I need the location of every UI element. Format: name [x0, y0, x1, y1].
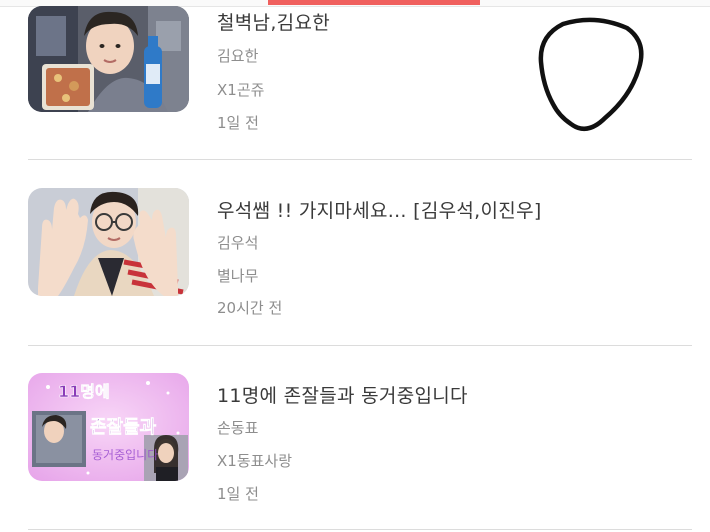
post-item[interactable]: 11명에 존잘들과 동거중입니다 11명에 존잘들과 동거중입니다 손동표 X1… [0, 345, 710, 532]
post-thumbnail[interactable]: 11명에 존잘들과 동거중입니다 [28, 373, 189, 481]
post-thumbnail[interactable] [28, 6, 189, 112]
post-thumbnail[interactable] [28, 188, 189, 296]
divider [28, 529, 692, 530]
post-category: X1곤쥬 [217, 81, 265, 99]
post-item[interactable]: 우석쌤 !! 가지마세요... [김우석,이진우] 김우석 별나무 20시간 전 [0, 160, 710, 345]
hand-drawn-doodle [535, 16, 645, 140]
post-list-page: 철벽남,김요한 김요한 X1곤쥬 1일 전 우석쌤 !! 가지마세요... [김… [0, 0, 710, 532]
post-time: 1일 전 [217, 114, 259, 132]
cover-line-2: 존잘들과 [90, 417, 157, 438]
cover-line-1: 11명에 [58, 382, 110, 401]
post-title[interactable]: 우석쌤 !! 가지마세요... [김우석,이진우] [217, 196, 542, 223]
post-time: 1일 전 [217, 485, 259, 503]
cover-line-3: 동거중입니다 [92, 448, 158, 462]
photo-person-holding-drink-icon [28, 6, 189, 112]
post-author: 김요한 [217, 47, 259, 65]
post-title[interactable]: 철벽남,김요한 [217, 8, 330, 35]
post-author: 손동표 [217, 419, 259, 437]
post-title[interactable]: 11명에 존잘들과 동거중입니다 [217, 381, 468, 408]
photo-person-waving-icon [28, 188, 189, 296]
post-author: 김우석 [217, 234, 259, 252]
post-category: 별나무 [217, 267, 259, 285]
cover-art-purple-icon: 11명에 존잘들과 동거중입니다 [28, 373, 189, 481]
post-category: X1동표사랑 [217, 452, 293, 470]
post-time: 20시간 전 [217, 299, 283, 317]
